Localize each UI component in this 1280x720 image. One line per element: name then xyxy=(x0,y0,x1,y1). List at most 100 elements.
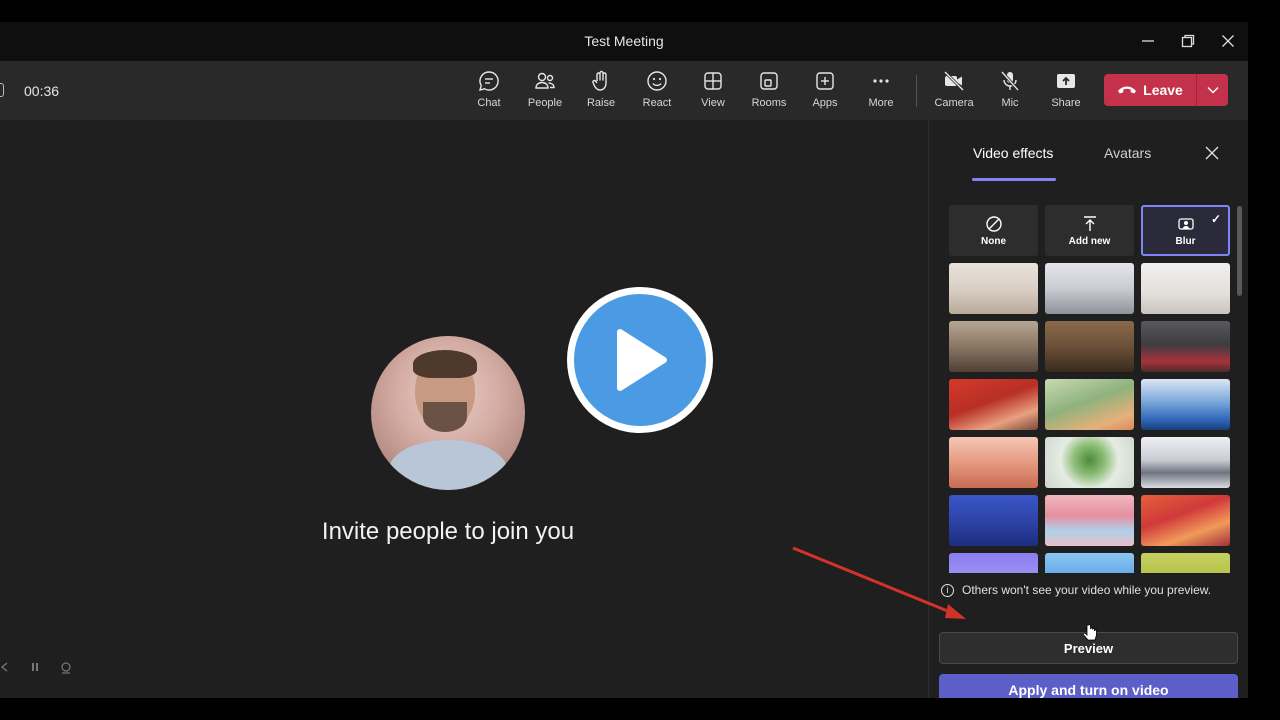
react-button[interactable]: React xyxy=(631,69,683,115)
people-label: People xyxy=(527,97,563,109)
pause-icon[interactable] xyxy=(30,662,40,672)
camera-label: Camera xyxy=(934,97,974,109)
blur-icon xyxy=(1177,217,1194,230)
smiley-icon xyxy=(647,71,667,91)
effect-none[interactable]: None xyxy=(949,205,1038,256)
mouse-cursor-icon xyxy=(1084,624,1097,641)
rooms-label: Rooms xyxy=(751,97,787,109)
share-button[interactable]: Share xyxy=(1040,69,1092,115)
background-thumbnail[interactable] xyxy=(1045,553,1134,573)
meeting-timer: 00:36 xyxy=(24,83,60,99)
panel-scrollbar[interactable] xyxy=(1237,206,1242,296)
background-thumbnail[interactable] xyxy=(949,553,1038,573)
background-thumbnail[interactable] xyxy=(1141,553,1230,573)
tab-video-effects[interactable]: Video effects xyxy=(973,145,1053,161)
effect-add-new[interactable]: Add new xyxy=(1045,205,1134,256)
background-thumbnail[interactable] xyxy=(949,263,1038,314)
check-icon: ✓ xyxy=(1210,212,1221,226)
camera-button[interactable]: Camera xyxy=(928,69,980,115)
rooms-button[interactable]: Rooms xyxy=(743,69,795,115)
arrow-icon[interactable] xyxy=(0,662,10,672)
background-grid: None Add new ✓ Blur xyxy=(949,205,1231,573)
raise-hand-icon xyxy=(592,70,607,91)
background-thumbnail[interactable] xyxy=(1141,379,1230,430)
background-thumbnail[interactable] xyxy=(949,379,1038,430)
apps-label: Apps xyxy=(812,97,838,109)
stage-bottom-controls xyxy=(0,662,72,674)
rooms-icon xyxy=(760,72,778,90)
mic-off-icon xyxy=(1000,71,1020,91)
share-label: Share xyxy=(1051,97,1081,109)
chevron-down-icon xyxy=(1206,86,1219,94)
background-thumbnail[interactable] xyxy=(949,495,1038,546)
tab-avatars[interactable]: Avatars xyxy=(1104,145,1151,161)
preview-info-text: Others won't see your video while you pr… xyxy=(962,583,1212,597)
background-thumbnail[interactable] xyxy=(1141,263,1230,314)
raise-label: Raise xyxy=(586,97,616,109)
restore-icon xyxy=(1181,34,1195,48)
effect-none-label: None xyxy=(981,235,1006,247)
people-button[interactable]: People xyxy=(519,69,571,115)
video-effects-panel: Video effects Avatars None Add new ✓ Blu… xyxy=(928,120,1248,698)
close-icon xyxy=(1222,35,1234,47)
leave-label: Leave xyxy=(1143,82,1183,98)
info-icon: i xyxy=(941,583,954,597)
background-thumbnail[interactable] xyxy=(1045,379,1134,430)
none-circle-icon xyxy=(985,215,1002,232)
background-thumbnail[interactable] xyxy=(1141,321,1230,372)
background-thumbnail[interactable] xyxy=(1045,437,1134,488)
camera-off-icon xyxy=(943,70,965,92)
background-thumbnail[interactable] xyxy=(1045,321,1134,372)
teams-meeting-window: Test Meeting 00:36 Chat People Raise Rea… xyxy=(0,22,1248,698)
meeting-info-icon[interactable] xyxy=(0,83,4,97)
plus-box-icon xyxy=(816,72,834,90)
leave-options-button[interactable] xyxy=(1197,74,1228,106)
background-thumbnail[interactable] xyxy=(1045,495,1134,546)
view-button[interactable]: View xyxy=(687,69,739,115)
upload-icon xyxy=(1083,215,1096,231)
mic-label: Mic xyxy=(1001,97,1019,109)
caption-icon[interactable] xyxy=(60,662,72,674)
more-button[interactable]: More xyxy=(855,69,907,115)
leave-button-group: Leave xyxy=(1104,74,1228,106)
invite-message: Invite people to join you xyxy=(321,518,575,545)
people-icon xyxy=(535,72,555,89)
chat-button[interactable]: Chat xyxy=(463,69,515,115)
close-icon xyxy=(1205,146,1219,160)
more-icon xyxy=(873,79,889,83)
background-thumbnail[interactable] xyxy=(1045,263,1134,314)
background-thumbnail[interactable] xyxy=(949,437,1038,488)
play-icon xyxy=(617,329,667,391)
mic-button[interactable]: Mic xyxy=(984,69,1036,115)
background-thumbnail[interactable] xyxy=(949,321,1038,372)
view-label: View xyxy=(701,97,725,109)
share-icon xyxy=(1057,74,1075,88)
participant-avatar xyxy=(371,336,525,490)
hang-up-icon xyxy=(1118,86,1137,94)
video-play-button[interactable] xyxy=(567,287,713,433)
meeting-toolbar: 00:36 Chat People Raise React View Rooms… xyxy=(0,61,1248,120)
apply-and-turn-on-video-button[interactable]: Apply and turn on video xyxy=(939,674,1238,698)
active-tab-indicator xyxy=(972,178,1056,181)
close-window-button[interactable] xyxy=(1216,30,1240,52)
title-bar: Test Meeting xyxy=(0,22,1248,61)
close-panel-button[interactable] xyxy=(1203,144,1221,162)
minimize-icon xyxy=(1142,40,1154,42)
background-thumbnail[interactable] xyxy=(1141,437,1230,488)
leave-button[interactable]: Leave xyxy=(1104,74,1196,106)
chat-label: Chat xyxy=(477,97,501,109)
restore-button[interactable] xyxy=(1176,30,1200,52)
toolbar-divider xyxy=(916,75,917,107)
more-label: More xyxy=(868,97,894,109)
raise-hand-button[interactable]: Raise xyxy=(575,69,627,115)
minimize-button[interactable] xyxy=(1136,30,1160,52)
window-title: Test Meeting xyxy=(584,33,664,49)
apps-button[interactable]: Apps xyxy=(799,69,851,115)
grid-view-icon xyxy=(704,72,722,90)
chat-icon xyxy=(479,71,499,91)
background-thumbnail[interactable] xyxy=(1141,495,1230,546)
effect-blur[interactable]: ✓ Blur xyxy=(1141,205,1230,256)
react-label: React xyxy=(642,97,672,109)
preview-info: i Others won't see your video while you … xyxy=(941,583,1211,597)
effect-blur-label: Blur xyxy=(1175,235,1196,247)
